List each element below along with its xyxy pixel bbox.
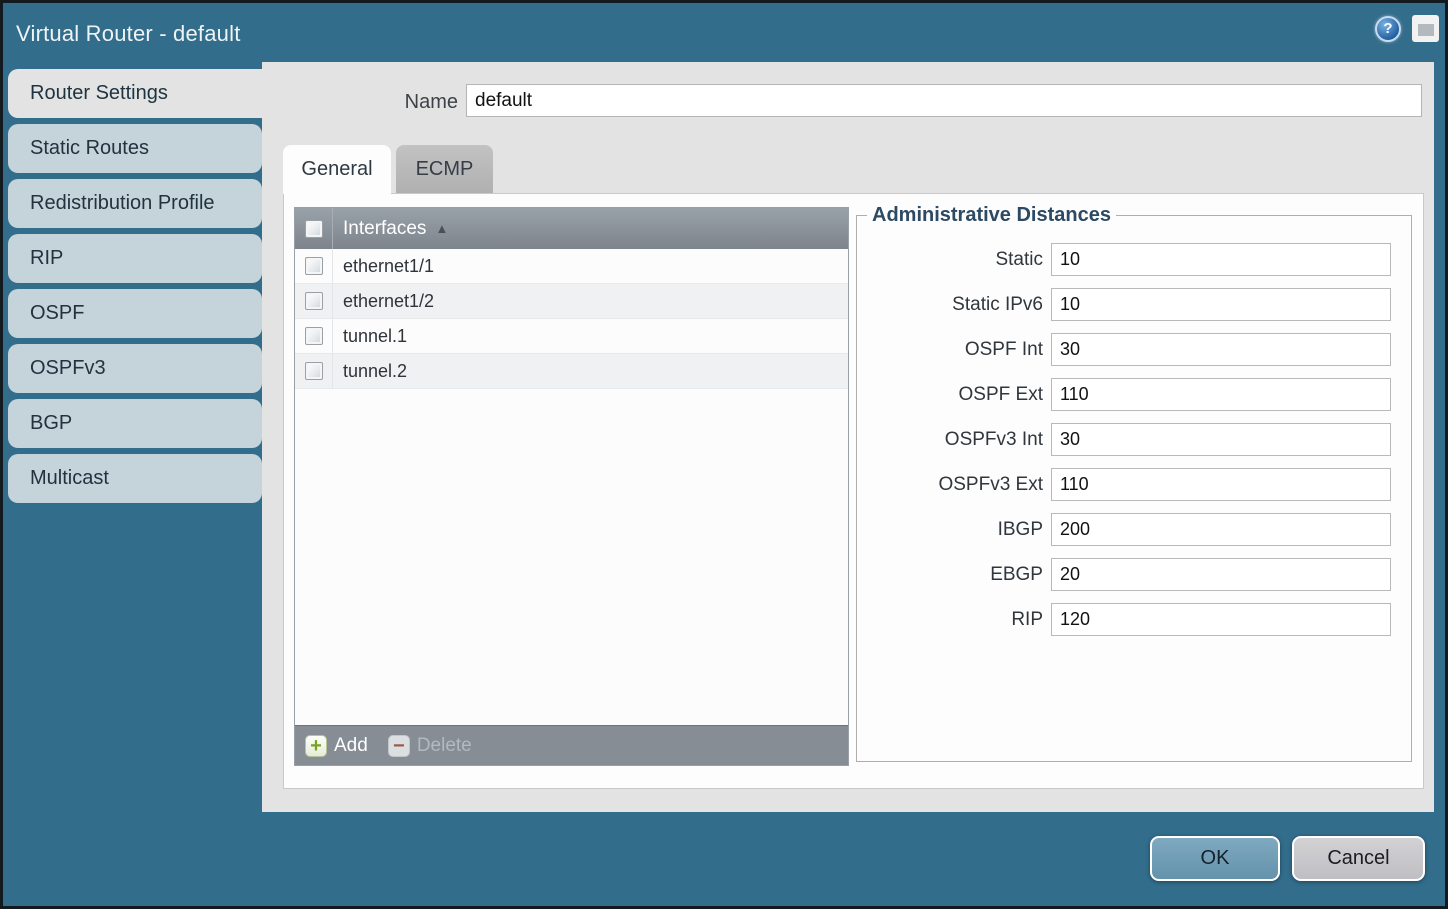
sidebar-item-router-settings[interactable]: Router Settings (8, 69, 265, 118)
sidebar-item-redistribution-profile[interactable]: Redistribution Profile (8, 179, 262, 228)
static-ipv6-field[interactable] (1051, 288, 1391, 321)
sort-ascending-icon: ▲ (435, 221, 448, 236)
row-checkbox[interactable] (305, 257, 323, 275)
sidebar-item-ospfv3[interactable]: OSPFv3 (8, 344, 262, 393)
row-checkbox-cell (295, 354, 333, 388)
interfaces-column-header[interactable]: Interfaces (343, 218, 426, 240)
static-label: Static (861, 249, 1043, 271)
administrative-distances-legend: Administrative Distances (867, 204, 1116, 227)
ospfv3-ext-field[interactable] (1051, 468, 1391, 501)
maximize-icon-glyph (1418, 24, 1434, 36)
sidebar-item-multicast[interactable]: Multicast (8, 454, 262, 503)
table-row[interactable]: ethernet1/2 (295, 284, 848, 319)
tab-general[interactable]: General (283, 145, 391, 194)
ospf-int-field[interactable] (1051, 333, 1391, 366)
static-field[interactable] (1051, 243, 1391, 276)
ospf-ext-label: OSPF Ext (861, 384, 1043, 406)
sidebar-item-static-routes[interactable]: Static Routes (8, 124, 262, 173)
row-checkbox-cell (295, 249, 333, 283)
interface-name: ethernet1/1 (343, 256, 434, 277)
dialog-frame: Virtual Router - default ? Router Settin… (3, 3, 1445, 906)
ospfv3-int-label: OSPFv3 Int (861, 429, 1043, 451)
maximize-icon[interactable] (1412, 15, 1439, 42)
ibgp-label: IBGP (861, 519, 1043, 541)
ospf-ext-field[interactable] (1051, 378, 1391, 411)
add-icon: + (305, 735, 327, 757)
cancel-button[interactable]: Cancel (1292, 836, 1425, 881)
ebgp-label: EBGP (861, 564, 1043, 586)
tab-ecmp[interactable]: ECMP (396, 145, 493, 194)
add-button[interactable]: + Add (305, 735, 368, 757)
select-all-cell (295, 208, 333, 249)
row-checkbox[interactable] (305, 327, 323, 345)
interfaces-table-header[interactable]: Interfaces ▲ (295, 208, 848, 249)
row-checkbox[interactable] (305, 292, 323, 310)
interface-name: tunnel.1 (343, 326, 407, 347)
sidebar-item-bgp[interactable]: BGP (8, 399, 262, 448)
row-checkbox-cell (295, 319, 333, 353)
table-row[interactable]: tunnel.1 (295, 319, 848, 354)
name-label: Name (262, 86, 458, 119)
content-area: Name General ECMP Interfaces ▲ (262, 62, 1434, 812)
help-icon[interactable]: ? (1375, 16, 1401, 42)
interfaces-table-toolbar: + Add − Delete (295, 725, 848, 765)
virtual-router-dialog: Virtual Router - default ? Router Settin… (0, 0, 1448, 909)
table-row[interactable]: tunnel.2 (295, 354, 848, 389)
ibgp-field[interactable] (1051, 513, 1391, 546)
ok-button[interactable]: OK (1150, 836, 1280, 881)
ospf-int-label: OSPF Int (861, 339, 1043, 361)
dialog-title: Virtual Router - default (16, 3, 241, 62)
sidebar-item-rip[interactable]: RIP (8, 234, 262, 283)
sidebar-item-ospf[interactable]: OSPF (8, 289, 262, 338)
select-all-checkbox[interactable] (305, 220, 323, 238)
administrative-distances-fieldset: Administrative Distances Static Static I… (856, 204, 1412, 762)
ospfv3-int-field[interactable] (1051, 423, 1391, 456)
sidebar: Router Settings Static Routes Redistribu… (8, 69, 265, 509)
row-checkbox-cell (295, 284, 333, 318)
interface-name: ethernet1/2 (343, 291, 434, 312)
delete-icon: − (388, 735, 410, 757)
add-button-label: Add (334, 735, 368, 757)
titlebar: Virtual Router - default ? (3, 3, 1445, 62)
static-ipv6-label: Static IPv6 (861, 294, 1043, 316)
name-input[interactable] (466, 84, 1422, 117)
interfaces-table-body: ethernet1/1 ethernet1/2 tu (295, 249, 848, 725)
row-checkbox[interactable] (305, 362, 323, 380)
rip-field[interactable] (1051, 603, 1391, 636)
rip-label: RIP (861, 609, 1043, 631)
ebgp-field[interactable] (1051, 558, 1391, 591)
table-row[interactable]: ethernet1/1 (295, 249, 848, 284)
delete-button-label: Delete (417, 735, 472, 757)
interfaces-table: Interfaces ▲ ethernet1/1 (294, 207, 849, 766)
general-tab-panel: Interfaces ▲ ethernet1/1 (283, 193, 1424, 789)
delete-button[interactable]: − Delete (388, 735, 472, 757)
interface-name: tunnel.2 (343, 361, 407, 382)
ospfv3-ext-label: OSPFv3 Ext (861, 474, 1043, 496)
